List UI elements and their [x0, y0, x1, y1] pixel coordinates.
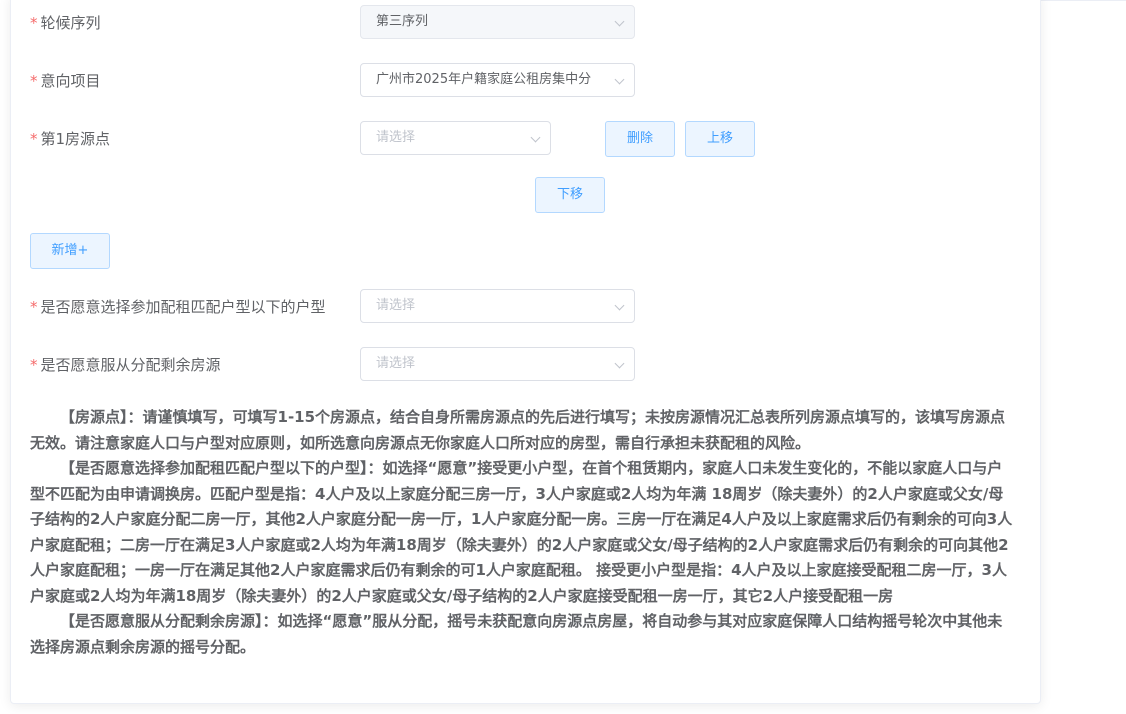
accept-remaining-label-text: 是否愿意服从分配剩余房源: [40, 356, 221, 374]
required-mark: *: [30, 130, 38, 148]
rotation-sequence-label: * 轮候序列: [30, 13, 101, 33]
chevron-down-icon: [530, 132, 541, 143]
intended-project-label-text: 意向项目: [40, 72, 101, 90]
required-mark: *: [30, 72, 38, 90]
accept-smaller-type-label-text: 是否愿意选择参加配租匹配户型以下的户型: [40, 298, 326, 316]
housing-point-1-label: * 第1房源点: [30, 129, 110, 149]
rotation-sequence-select[interactable]: 第三序列: [360, 5, 635, 39]
rotation-sequence-value: 第三序列: [376, 14, 429, 29]
rotation-sequence-label-text: 轮候序列: [40, 14, 101, 32]
housing-point-1-select[interactable]: 请选择: [360, 121, 551, 155]
divider: [1040, 0, 1126, 1]
housing-point-1-label-text: 第1房源点: [40, 130, 111, 148]
required-mark: *: [30, 14, 38, 32]
accept-remaining-label: * 是否愿意服从分配剩余房源: [30, 355, 221, 375]
move-up-button[interactable]: 上移: [685, 121, 755, 157]
required-mark: *: [30, 356, 38, 374]
accept-remaining-select[interactable]: 请选择: [360, 347, 635, 381]
accept-smaller-type-placeholder: 请选择: [376, 298, 416, 313]
chevron-down-icon: [614, 16, 625, 27]
accept-smaller-type-label: * 是否愿意选择参加配租匹配户型以下的户型: [30, 297, 326, 317]
note-remaining: 【是否愿意服从分配剩余房源】：如选择“愿意”服从分配，摇号未获配意向房源点房屋，…: [30, 612, 1003, 656]
note-smaller-type: 【是否愿意选择参加配租匹配户型以下的户型】：如选择“愿意”接受更小户型，在首个租…: [30, 459, 1013, 605]
housing-point-1-placeholder: 请选择: [376, 130, 416, 145]
intended-project-value: 广州市2025年户籍家庭公租房集中分: [376, 72, 592, 87]
accept-smaller-type-select[interactable]: 请选择: [360, 289, 635, 323]
chevron-down-icon: [614, 358, 625, 369]
note-housing-point: 【房源点】：请谨慎填写，可填写1-15个房源点，结合自身所需房源点的先后进行填写…: [30, 408, 1006, 452]
move-down-button[interactable]: 下移: [535, 177, 605, 213]
chevron-down-icon: [614, 300, 625, 311]
intended-project-label: * 意向项目: [30, 71, 101, 91]
intended-project-select[interactable]: 广州市2025年户籍家庭公租房集中分: [360, 63, 635, 97]
delete-button[interactable]: 删除: [605, 121, 675, 157]
required-mark: *: [30, 298, 38, 316]
instructions-notes: 【房源点】：请谨慎填写，可填写1-15个房源点，结合自身所需房源点的先后进行填写…: [30, 405, 1016, 660]
accept-remaining-placeholder: 请选择: [376, 356, 416, 371]
chevron-down-icon: [614, 74, 625, 85]
add-housing-point-button[interactable]: 新增+: [30, 233, 110, 269]
